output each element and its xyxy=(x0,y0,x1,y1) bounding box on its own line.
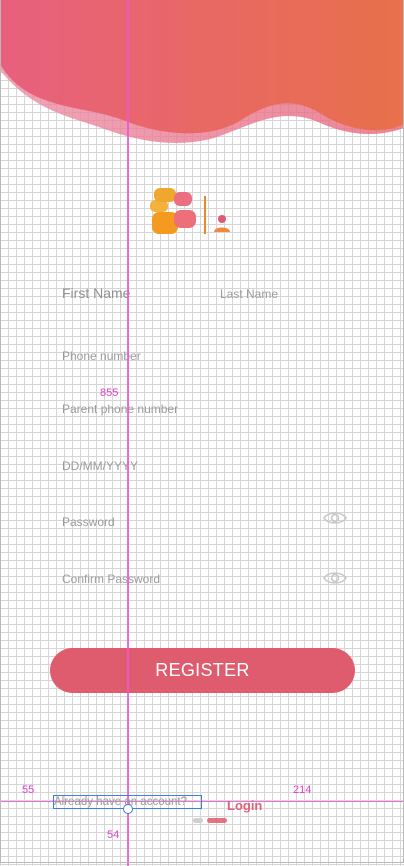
measure-label-54: 54 xyxy=(107,829,120,841)
register-button[interactable]: REGISTER xyxy=(50,648,355,693)
page-indicator-dot-active xyxy=(207,818,227,823)
measure-label-55: 55 xyxy=(22,784,35,796)
measure-label-214: 214 xyxy=(293,784,312,796)
vertical-guide-line xyxy=(127,0,129,866)
app-logo-icon xyxy=(150,188,230,234)
eye-icon[interactable] xyxy=(323,570,347,586)
header-wave xyxy=(0,0,404,143)
first-name-field[interactable]: First Name xyxy=(62,285,130,301)
page-indicator-dot xyxy=(193,818,203,823)
confirm-password-field[interactable]: Confirm Password xyxy=(62,572,160,586)
register-screen: First Name Last Name Phone number Parent… xyxy=(0,0,404,866)
selection-handle[interactable] xyxy=(123,804,133,814)
last-name-field[interactable]: Last Name xyxy=(220,287,278,301)
page-indicator xyxy=(193,818,227,824)
measure-label-855: 855 xyxy=(100,387,119,399)
login-link[interactable]: Login xyxy=(227,798,262,813)
password-field[interactable]: Password xyxy=(62,515,115,529)
eye-icon[interactable] xyxy=(323,510,347,526)
parent-phone-number-field[interactable]: Parent phone number xyxy=(62,402,178,416)
